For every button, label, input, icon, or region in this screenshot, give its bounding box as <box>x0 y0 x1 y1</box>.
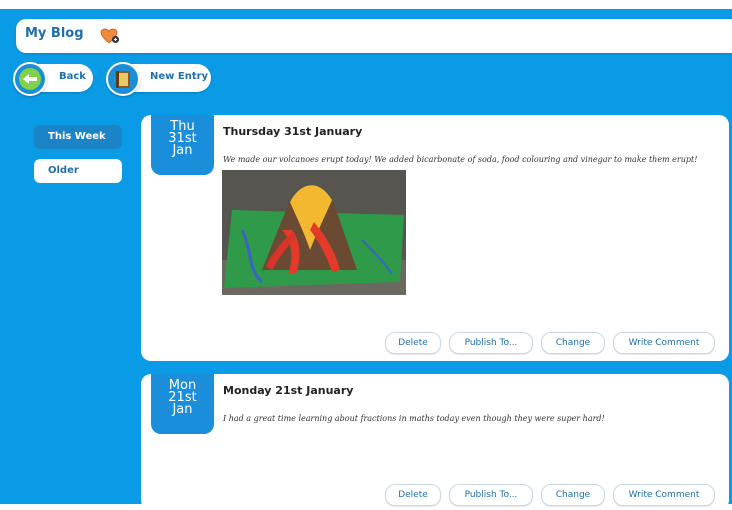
publish-to-button[interactable]: Publish To... <box>449 484 533 506</box>
write-comment-button[interactable]: Write Comment <box>613 332 715 354</box>
delete-button[interactable]: Delete <box>385 484 441 506</box>
sidebar-item-older[interactable]: Older <box>34 159 122 183</box>
heart-icon <box>100 28 120 48</box>
back-button-label: Back <box>59 71 86 82</box>
sidebar-item-this-week[interactable]: This Week <box>34 125 122 149</box>
entry-actions: Delete Publish To... Change Write Commen… <box>385 484 715 506</box>
entry-actions: Delete Publish To... Change Write Commen… <box>385 332 715 354</box>
badge-month: Jan <box>172 143 193 158</box>
entry-title: Thursday 31st January <box>223 125 363 138</box>
page-title: My Blog <box>25 26 84 41</box>
delete-button[interactable]: Delete <box>385 332 441 354</box>
new-entry-button-label: New Entry <box>150 71 209 82</box>
notebook-icon <box>106 62 140 96</box>
entry-body: We made our volcanoes erupt today! We ad… <box>223 155 698 164</box>
entry-title: Monday 21st January <box>223 384 354 397</box>
blog-entry: Mon 21st Jan Monday 21st January I had a… <box>141 374 729 510</box>
write-comment-button[interactable]: Write Comment <box>613 484 715 506</box>
app-canvas: My Blog Back New Entry This Week Older T… <box>0 9 732 510</box>
change-button[interactable]: Change <box>541 484 605 506</box>
badge-month: Jan <box>172 402 193 417</box>
publish-to-button[interactable]: Publish To... <box>449 332 533 354</box>
change-button[interactable]: Change <box>541 332 605 354</box>
date-badge: Mon 21st Jan <box>151 374 214 434</box>
blog-entry: Thu 31st Jan Thursday 31st January We ma… <box>141 115 729 361</box>
back-button[interactable]: Back <box>13 62 93 96</box>
volcano-photo[interactable] <box>222 170 406 295</box>
back-arrow-icon <box>13 62 47 96</box>
date-badge: Thu 31st Jan <box>151 115 214 175</box>
title-bar: My Blog <box>16 19 732 53</box>
new-entry-button[interactable]: New Entry <box>106 62 211 96</box>
sidebar-item-label: This Week <box>48 131 106 142</box>
sidebar-item-label: Older <box>48 165 79 176</box>
entry-body: I had a great time learning about fracti… <box>223 414 605 423</box>
